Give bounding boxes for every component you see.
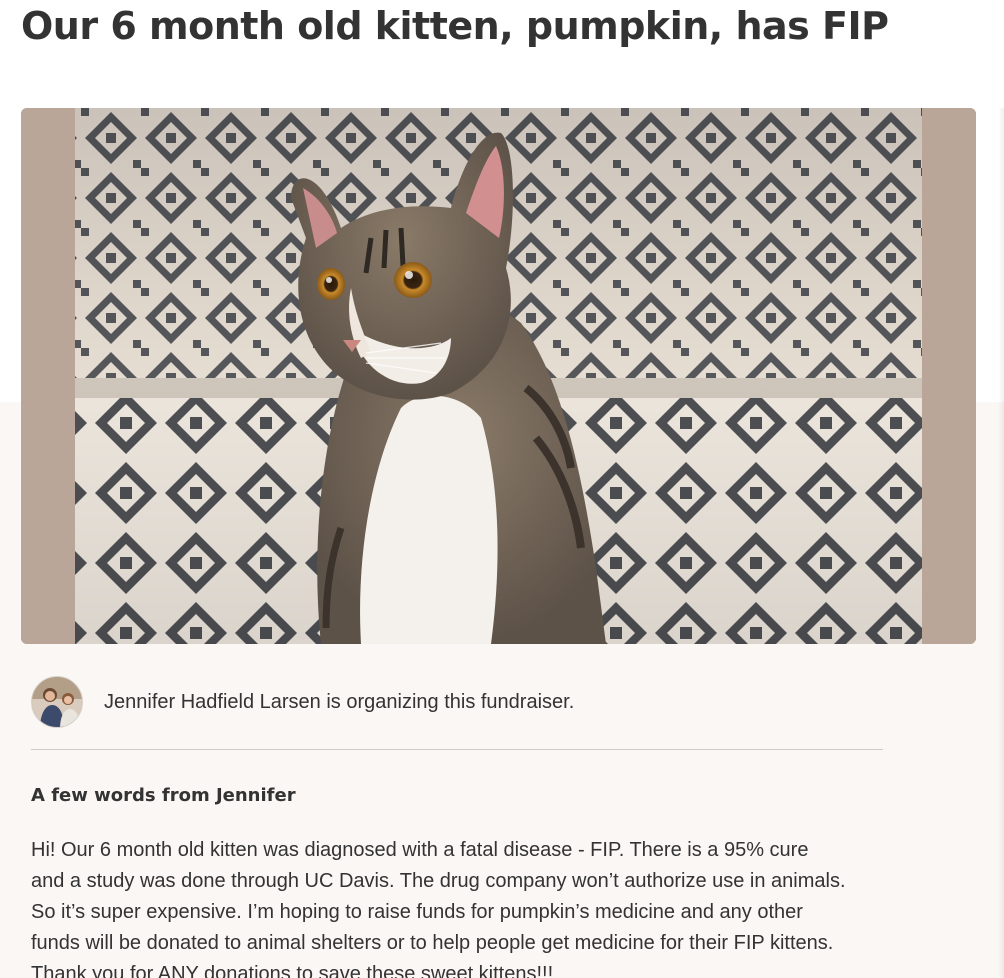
story-heading: A few words from Jennifer <box>31 785 296 806</box>
campaign-hero-image[interactable] <box>21 108 976 644</box>
divider <box>31 749 883 750</box>
organizer-text: Jennifer Hadfield Larsen is organizing t… <box>104 690 575 713</box>
page-title: Our 6 month old kitten, pumpkin, has FIP <box>21 4 889 48</box>
story-line: So it’s super expensive. I’m hoping to r… <box>31 901 803 923</box>
story-body: Hi! Our 6 month old kitten was diagnosed… <box>31 835 911 978</box>
organizer-avatar[interactable] <box>31 676 83 728</box>
kitten-photo <box>21 108 976 644</box>
story-line: Hi! Our 6 month old kitten was diagnosed… <box>31 839 809 861</box>
story-line: Thank you for ANY donations to save thes… <box>31 963 554 978</box>
avatar-photo <box>32 677 82 727</box>
story-line: funds will be donated to animal shelters… <box>31 932 834 954</box>
story-line: and a study was done through UC Davis. T… <box>31 870 846 892</box>
organizer-row: Jennifer Hadfield Larsen is organizing t… <box>31 676 574 728</box>
page-edge-shadow <box>998 108 1004 978</box>
